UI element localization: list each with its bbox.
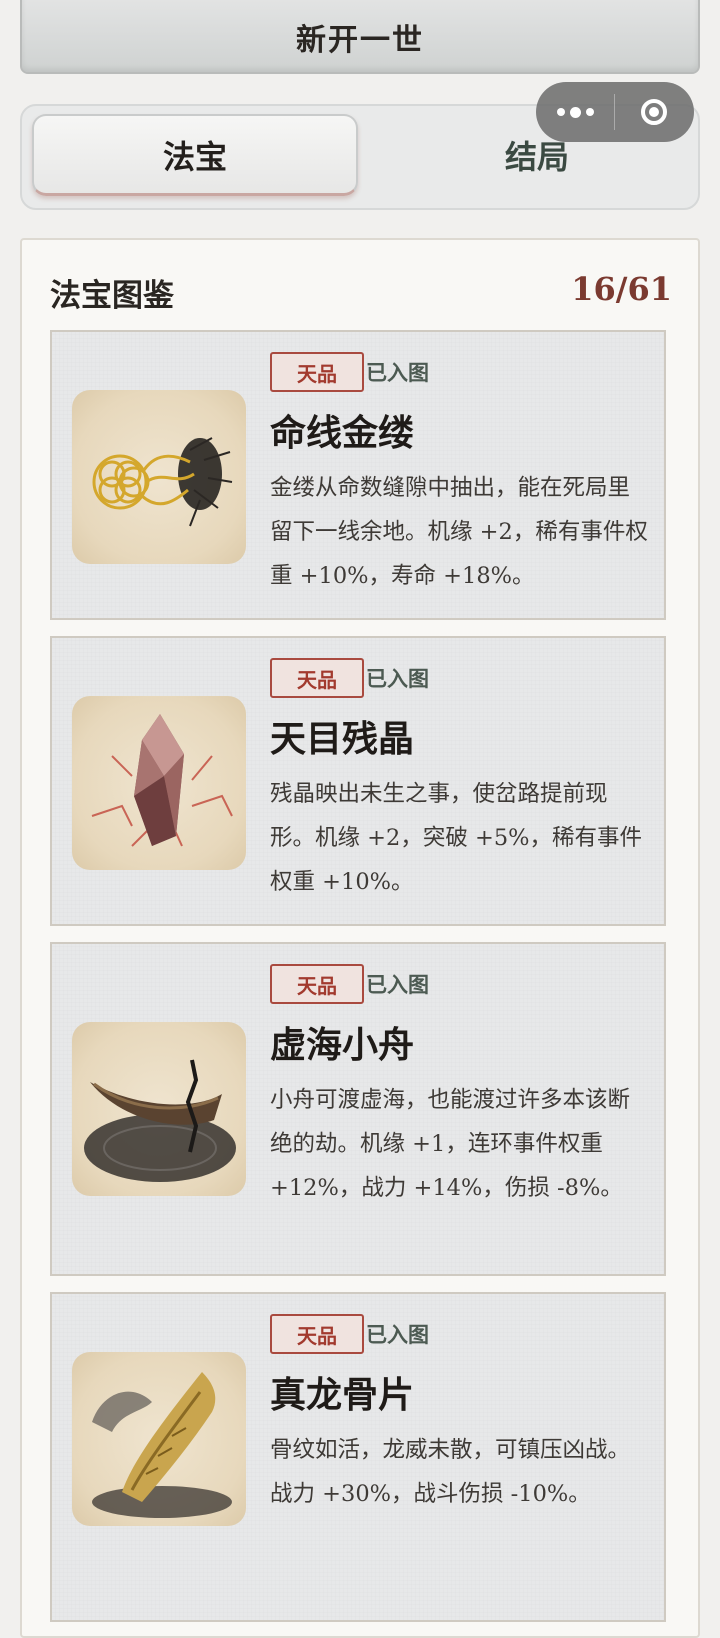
grade-badge: 天品 <box>270 1314 364 1354</box>
treasure-info: 天品 已入图 天目残晶 残晶映出未生之事，使岔路提前现形。机缘 +2，突破 +5… <box>270 656 650 904</box>
new-life-label: 新开一世 <box>296 23 424 58</box>
golden-thread-icon <box>72 390 246 564</box>
tab-treasures-label: 法宝 <box>162 137 227 176</box>
collected-status: 已入图 <box>366 360 429 385</box>
red-crystal-icon <box>72 696 246 870</box>
treasure-description: 金缕从命数缝隙中抽出，能在死局里留下一线余地。机缘 +2，稀有事件权重 +10%… <box>270 475 648 589</box>
treasure-info: 天品 已入图 命线金缕 金缕从命数缝隙中抽出，能在死局里留下一线余地。机缘 +2… <box>270 350 650 598</box>
treasure-card[interactable]: 天品 已入图 命线金缕 金缕从命数缝隙中抽出，能在死局里留下一线余地。机缘 +2… <box>50 330 666 620</box>
collected-status: 已入图 <box>366 972 429 997</box>
void-boat-icon <box>72 1022 246 1196</box>
treasure-description: 骨纹如活，龙威未散，可镇压凶战。战力 +30%，战斗伤损 -10%。 <box>270 1437 631 1507</box>
treasure-codex-panel: 法宝图鉴 16/61 天品 已入图 命线金缕 金缕从命数缝隙中抽出，能在死局里留… <box>20 238 700 1638</box>
codex-title: 法宝图鉴 <box>50 278 174 314</box>
miniprogram-capsule <box>536 82 694 142</box>
treasure-description: 残晶映出未生之事，使岔路提前现形。机缘 +2，突破 +5%，稀有事件权重 +10… <box>270 781 643 895</box>
codex-count: 16/61 <box>571 270 672 308</box>
treasure-description: 小舟可渡虚海，也能渡过许多本该断绝的劫。机缘 +1，连环事件权重 +12%，战力… <box>270 1087 631 1201</box>
treasure-card[interactable]: 天品 已入图 真龙骨片 骨纹如活，龙威未散，可镇压凶战。战力 +30%，战斗伤损… <box>50 1292 666 1622</box>
new-life-button[interactable]: 新开一世 <box>20 0 700 74</box>
grade-badge: 天品 <box>270 964 364 1004</box>
treasure-name: 真龙骨片 <box>270 1374 415 1416</box>
more-dots-icon[interactable] <box>536 82 614 142</box>
grade-badge: 天品 <box>270 658 364 698</box>
treasure-card[interactable]: 天品 已入图 虚海小舟 小舟可渡虚海，也能渡过许多本该断绝的劫。机缘 +1，连环… <box>50 942 666 1276</box>
treasure-name: 命线金缕 <box>270 412 415 454</box>
target-circle-icon[interactable] <box>615 82 693 142</box>
dragon-bone-icon <box>72 1352 246 1526</box>
treasure-info: 天品 已入图 虚海小舟 小舟可渡虚海，也能渡过许多本该断绝的劫。机缘 +1，连环… <box>270 962 650 1210</box>
collected-status: 已入图 <box>366 1322 429 1347</box>
grade-badge: 天品 <box>270 352 364 392</box>
treasure-card[interactable]: 天品 已入图 天目残晶 残晶映出未生之事，使岔路提前现形。机缘 +2，突破 +5… <box>50 636 666 926</box>
treasure-info: 天品 已入图 真龙骨片 骨纹如活，龙威未散，可镇压凶战。战力 +30%，战斗伤损… <box>270 1312 650 1516</box>
tab-treasures[interactable]: 法宝 <box>32 114 358 196</box>
treasure-name: 天目残晶 <box>270 718 415 760</box>
treasure-name: 虚海小舟 <box>270 1024 415 1066</box>
collected-status: 已入图 <box>366 666 429 691</box>
